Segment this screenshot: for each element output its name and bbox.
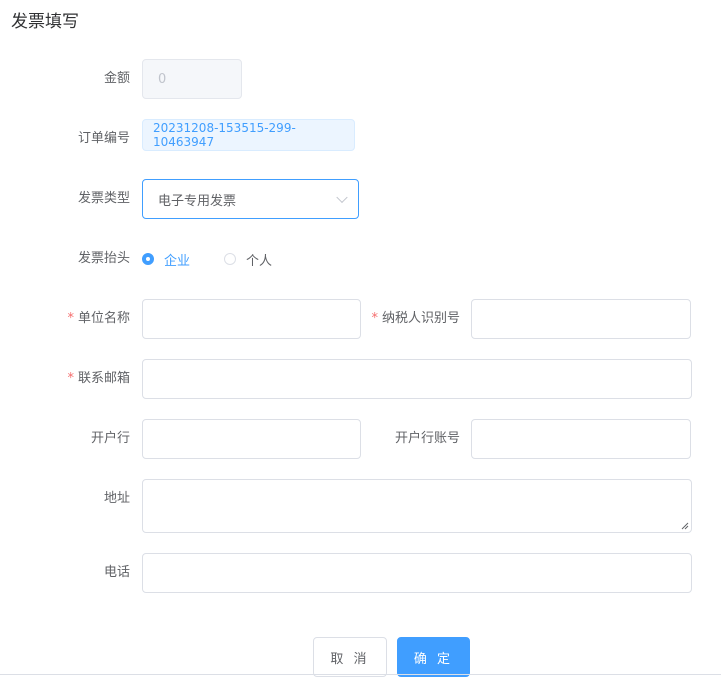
bank-account-label: 开户行账号 <box>394 431 460 446</box>
amount-label: 金额 <box>103 71 130 86</box>
company-name-label: * 单位名称 <box>67 311 130 326</box>
phone-input[interactable] <box>142 553 692 593</box>
cancel-button[interactable]: 取 消 <box>313 637 387 677</box>
required-asterisk: * <box>67 311 74 326</box>
radio-checked-icon <box>142 253 154 265</box>
radio-enterprise-label: 企业 <box>164 253 191 269</box>
radio-enterprise[interactable]: 企业 <box>142 249 190 269</box>
bank-input[interactable] <box>142 419 361 459</box>
footer-divider <box>0 674 721 675</box>
address-textarea[interactable] <box>142 479 692 533</box>
order-no-tag: 20231208-153515-299-10463947 <box>142 119 355 151</box>
chevron-down-icon <box>336 191 348 204</box>
confirm-button[interactable]: 确 定 <box>397 637 470 677</box>
amount-value: 0 <box>158 71 167 87</box>
radio-personal-label: 个人 <box>246 253 273 269</box>
order-no-label: 订单编号 <box>77 131 130 146</box>
phone-label: 电话 <box>103 565 130 580</box>
company-name-input[interactable] <box>142 299 361 339</box>
bank-label: 开户行 <box>90 431 130 446</box>
address-label: 地址 <box>103 491 130 506</box>
required-asterisk: * <box>371 311 378 326</box>
invoice-type-value: 电子专用发票 <box>158 193 237 209</box>
email-input[interactable] <box>142 359 692 399</box>
page-title: 发票填写 <box>11 12 79 32</box>
invoice-type-select[interactable]: 电子专用发票 <box>142 179 359 219</box>
amount-field: 0 <box>142 59 242 99</box>
radio-unchecked-icon <box>224 253 236 265</box>
bank-account-input[interactable] <box>471 419 691 459</box>
invoice-type-label: 发票类型 <box>77 191 130 206</box>
required-asterisk: * <box>67 371 74 386</box>
resize-handle-icon[interactable] <box>681 522 689 530</box>
tax-id-label: * 纳税人识别号 <box>371 311 460 326</box>
invoice-header-label: 发票抬头 <box>77 251 130 266</box>
radio-personal[interactable]: 个人 <box>224 249 272 269</box>
email-label: * 联系邮箱 <box>67 371 130 386</box>
tax-id-input[interactable] <box>471 299 691 339</box>
